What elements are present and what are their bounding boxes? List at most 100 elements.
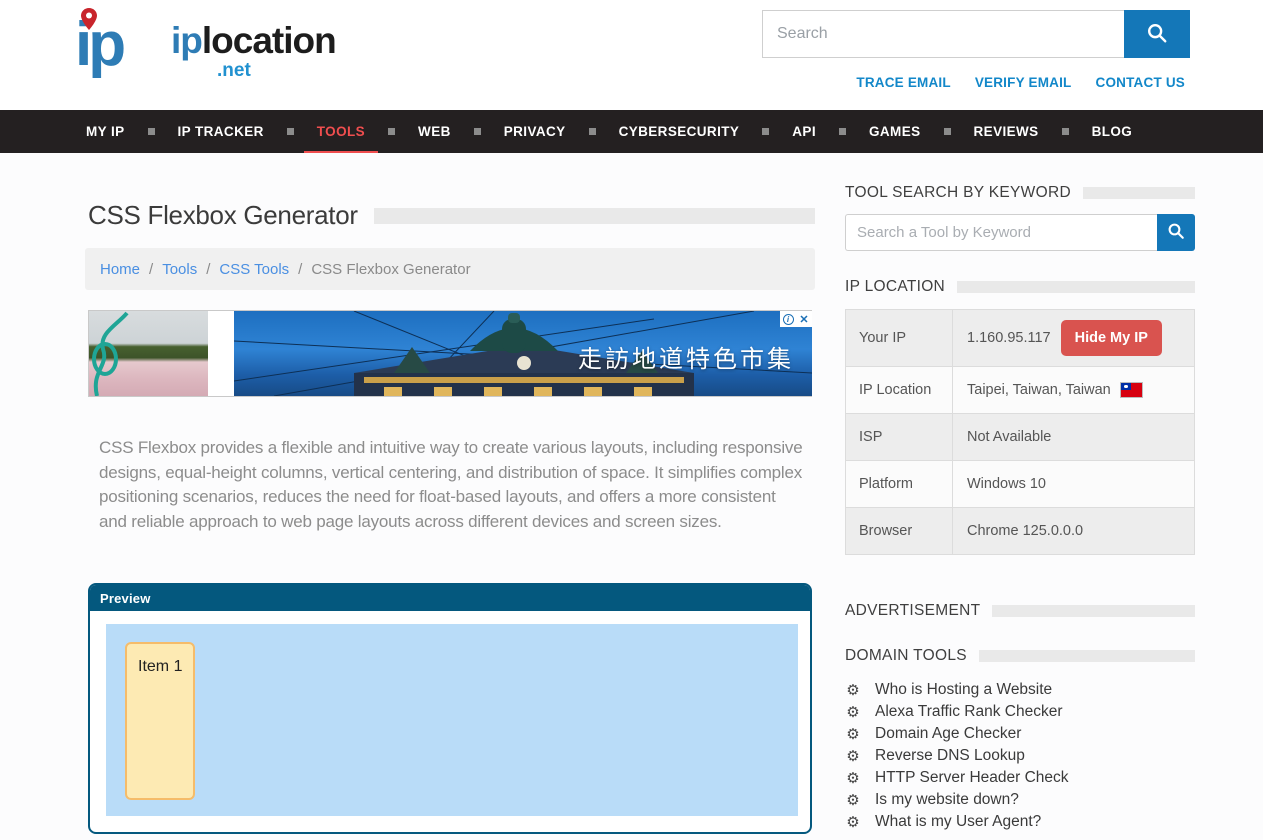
nav-separator-icon: [474, 128, 481, 135]
nav-item-api[interactable]: API: [779, 110, 829, 153]
ip-info-table: Your IP 1.160.95.117 Hide My IP IP Locat…: [845, 309, 1195, 555]
tool-search: [845, 214, 1195, 251]
heading-decoration-bar: [1083, 187, 1195, 199]
nav-item-games[interactable]: GAMES: [856, 110, 934, 153]
breadcrumb-separator: /: [206, 261, 210, 278]
logo-word-location: location: [202, 20, 336, 61]
domain-tool-user-agent[interactable]: ⚙ What is my User Agent?: [845, 811, 1195, 833]
tool-search-heading: TOOL SEARCH BY KEYWORD: [845, 184, 1195, 202]
domain-tools-list: ⚙ Who is Hosting a Website ⚙ Alexa Traff…: [845, 679, 1195, 833]
search-icon: [1167, 222, 1185, 243]
ad-badges: i ✕: [780, 311, 812, 327]
nav-item-web[interactable]: WEB: [405, 110, 464, 153]
table-row-ip-location: IP Location Taipei, Taiwan, Taiwan: [846, 367, 1194, 414]
domain-tools-heading: DOMAIN TOOLS: [845, 647, 1195, 665]
tool-search-button[interactable]: [1157, 214, 1195, 251]
heading-decoration-bar: [957, 281, 1195, 293]
domain-tool-http-header[interactable]: ⚙ HTTP Server Header Check: [845, 767, 1195, 789]
domain-tool-reverse-dns[interactable]: ⚙ Reverse DNS Lookup: [845, 745, 1195, 767]
verify-email-link[interactable]: VERIFY EMAIL: [975, 75, 1072, 90]
logo-word-ip: ip: [171, 20, 202, 61]
heading-decoration-bar: [992, 605, 1195, 617]
location-pin-icon: [81, 8, 97, 35]
page-title: CSS Flexbox Generator: [88, 200, 358, 231]
page-title-row: CSS Flexbox Generator: [88, 200, 815, 231]
gear-icon: ⚙: [845, 749, 861, 764]
ad-left-image: [89, 311, 208, 396]
header-search-input[interactable]: [762, 10, 1124, 58]
nav-item-ip-tracker[interactable]: IP TRACKER: [165, 110, 277, 153]
row-value: Taipei, Taiwan, Taiwan: [953, 382, 1194, 398]
ad-banner[interactable]: 走訪地道特色市集 i ✕: [88, 310, 812, 397]
nav-separator-icon: [944, 128, 951, 135]
preview-header: Preview: [90, 585, 810, 611]
gear-icon: ⚙: [845, 705, 861, 720]
taiwan-flag-icon: [1121, 383, 1142, 397]
main-nav: MY IP IP TRACKER TOOLS WEB PRIVACY CYBER…: [0, 110, 1263, 153]
domain-tools-heading-label: DOMAIN TOOLS: [845, 647, 967, 665]
nav-separator-icon: [762, 128, 769, 135]
domain-tool-domain-age[interactable]: ⚙ Domain Age Checker: [845, 723, 1195, 745]
trace-email-link[interactable]: TRACE EMAIL: [856, 75, 950, 90]
ip-location-heading: IP LOCATION: [845, 278, 1195, 296]
ad-caption: 走訪地道特色市集: [578, 339, 794, 374]
table-row-isp: ISP Not Available: [846, 414, 1194, 461]
domain-tool-website-down[interactable]: ⚙ Is my website down?: [845, 789, 1195, 811]
ip-location-value: Taipei, Taiwan, Taiwan: [967, 382, 1111, 398]
nav-item-tools[interactable]: TOOLS: [304, 110, 378, 153]
row-label: IP Location: [846, 367, 953, 413]
row-value: Not Available: [953, 429, 1194, 445]
table-row-browser: Browser Chrome 125.0.0.0: [846, 508, 1194, 555]
gear-icon: ⚙: [845, 793, 861, 808]
gear-icon: ⚙: [845, 815, 861, 830]
flex-container-preview: Item 1: [106, 624, 798, 816]
nav-item-cybersecurity[interactable]: CYBERSECURITY: [606, 110, 753, 153]
title-decoration-bar: [374, 208, 815, 224]
nav-separator-icon: [839, 128, 846, 135]
nav-separator-icon: [148, 128, 155, 135]
row-label: ISP: [846, 414, 953, 460]
flex-item-1[interactable]: Item 1: [125, 642, 195, 800]
breadcrumb: Home / Tools / CSS Tools / CSS Flexbox G…: [85, 248, 815, 290]
nav-separator-icon: [589, 128, 596, 135]
row-value: Chrome 125.0.0.0: [953, 523, 1194, 539]
breadcrumb-css-tools[interactable]: CSS Tools: [219, 261, 289, 278]
adchoices-info-icon[interactable]: i: [780, 311, 796, 327]
nav-inner: MY IP IP TRACKER TOOLS WEB PRIVACY CYBER…: [73, 110, 1145, 153]
nav-separator-icon: [388, 128, 395, 135]
ad-close-icon[interactable]: ✕: [796, 311, 812, 327]
hide-my-ip-button[interactable]: Hide My IP: [1061, 320, 1162, 356]
search-icon: [1146, 22, 1168, 47]
header-search-button[interactable]: [1124, 10, 1190, 58]
logo-wordmark: iplocation: [171, 22, 336, 59]
contact-us-link[interactable]: CONTACT US: [1096, 75, 1186, 90]
gear-icon: ⚙: [845, 727, 861, 742]
ad-right-image: 走訪地道特色市集 i ✕: [234, 311, 812, 396]
nav-separator-icon: [287, 128, 294, 135]
tool-search-input[interactable]: [845, 214, 1157, 251]
breadcrumb-separator: /: [149, 261, 153, 278]
site-logo[interactable]: ip iplocation .net: [75, 8, 315, 86]
tool-search-heading-label: TOOL SEARCH BY KEYWORD: [845, 184, 1071, 202]
tool-description: CSS Flexbox provides a flexible and intu…: [99, 436, 805, 534]
breadcrumb-current: CSS Flexbox Generator: [311, 261, 470, 278]
breadcrumb-tools[interactable]: Tools: [162, 261, 197, 278]
header-links: TRACE EMAIL VERIFY EMAIL CONTACT US: [856, 75, 1185, 90]
table-row-platform: Platform Windows 10: [846, 461, 1194, 508]
breadcrumb-home[interactable]: Home: [100, 261, 140, 278]
nav-item-blog[interactable]: BLOG: [1079, 110, 1146, 153]
nav-item-my-ip[interactable]: MY IP: [73, 110, 138, 153]
row-label: Platform: [846, 461, 953, 507]
advertisement-heading-label: ADVERTISEMENT: [845, 602, 980, 620]
heading-decoration-bar: [979, 650, 1195, 662]
nav-separator-icon: [1062, 128, 1069, 135]
nav-item-reviews[interactable]: REVIEWS: [961, 110, 1052, 153]
domain-tool-hosting[interactable]: ⚙ Who is Hosting a Website: [845, 679, 1195, 701]
gear-icon: ⚙: [845, 683, 861, 698]
isp-value: Not Available: [967, 429, 1051, 445]
row-value: Windows 10: [953, 476, 1194, 492]
breadcrumb-separator: /: [298, 261, 302, 278]
nav-item-privacy[interactable]: PRIVACY: [491, 110, 579, 153]
domain-tool-alexa-rank[interactable]: ⚙ Alexa Traffic Rank Checker: [845, 701, 1195, 723]
header-search: [762, 10, 1190, 58]
